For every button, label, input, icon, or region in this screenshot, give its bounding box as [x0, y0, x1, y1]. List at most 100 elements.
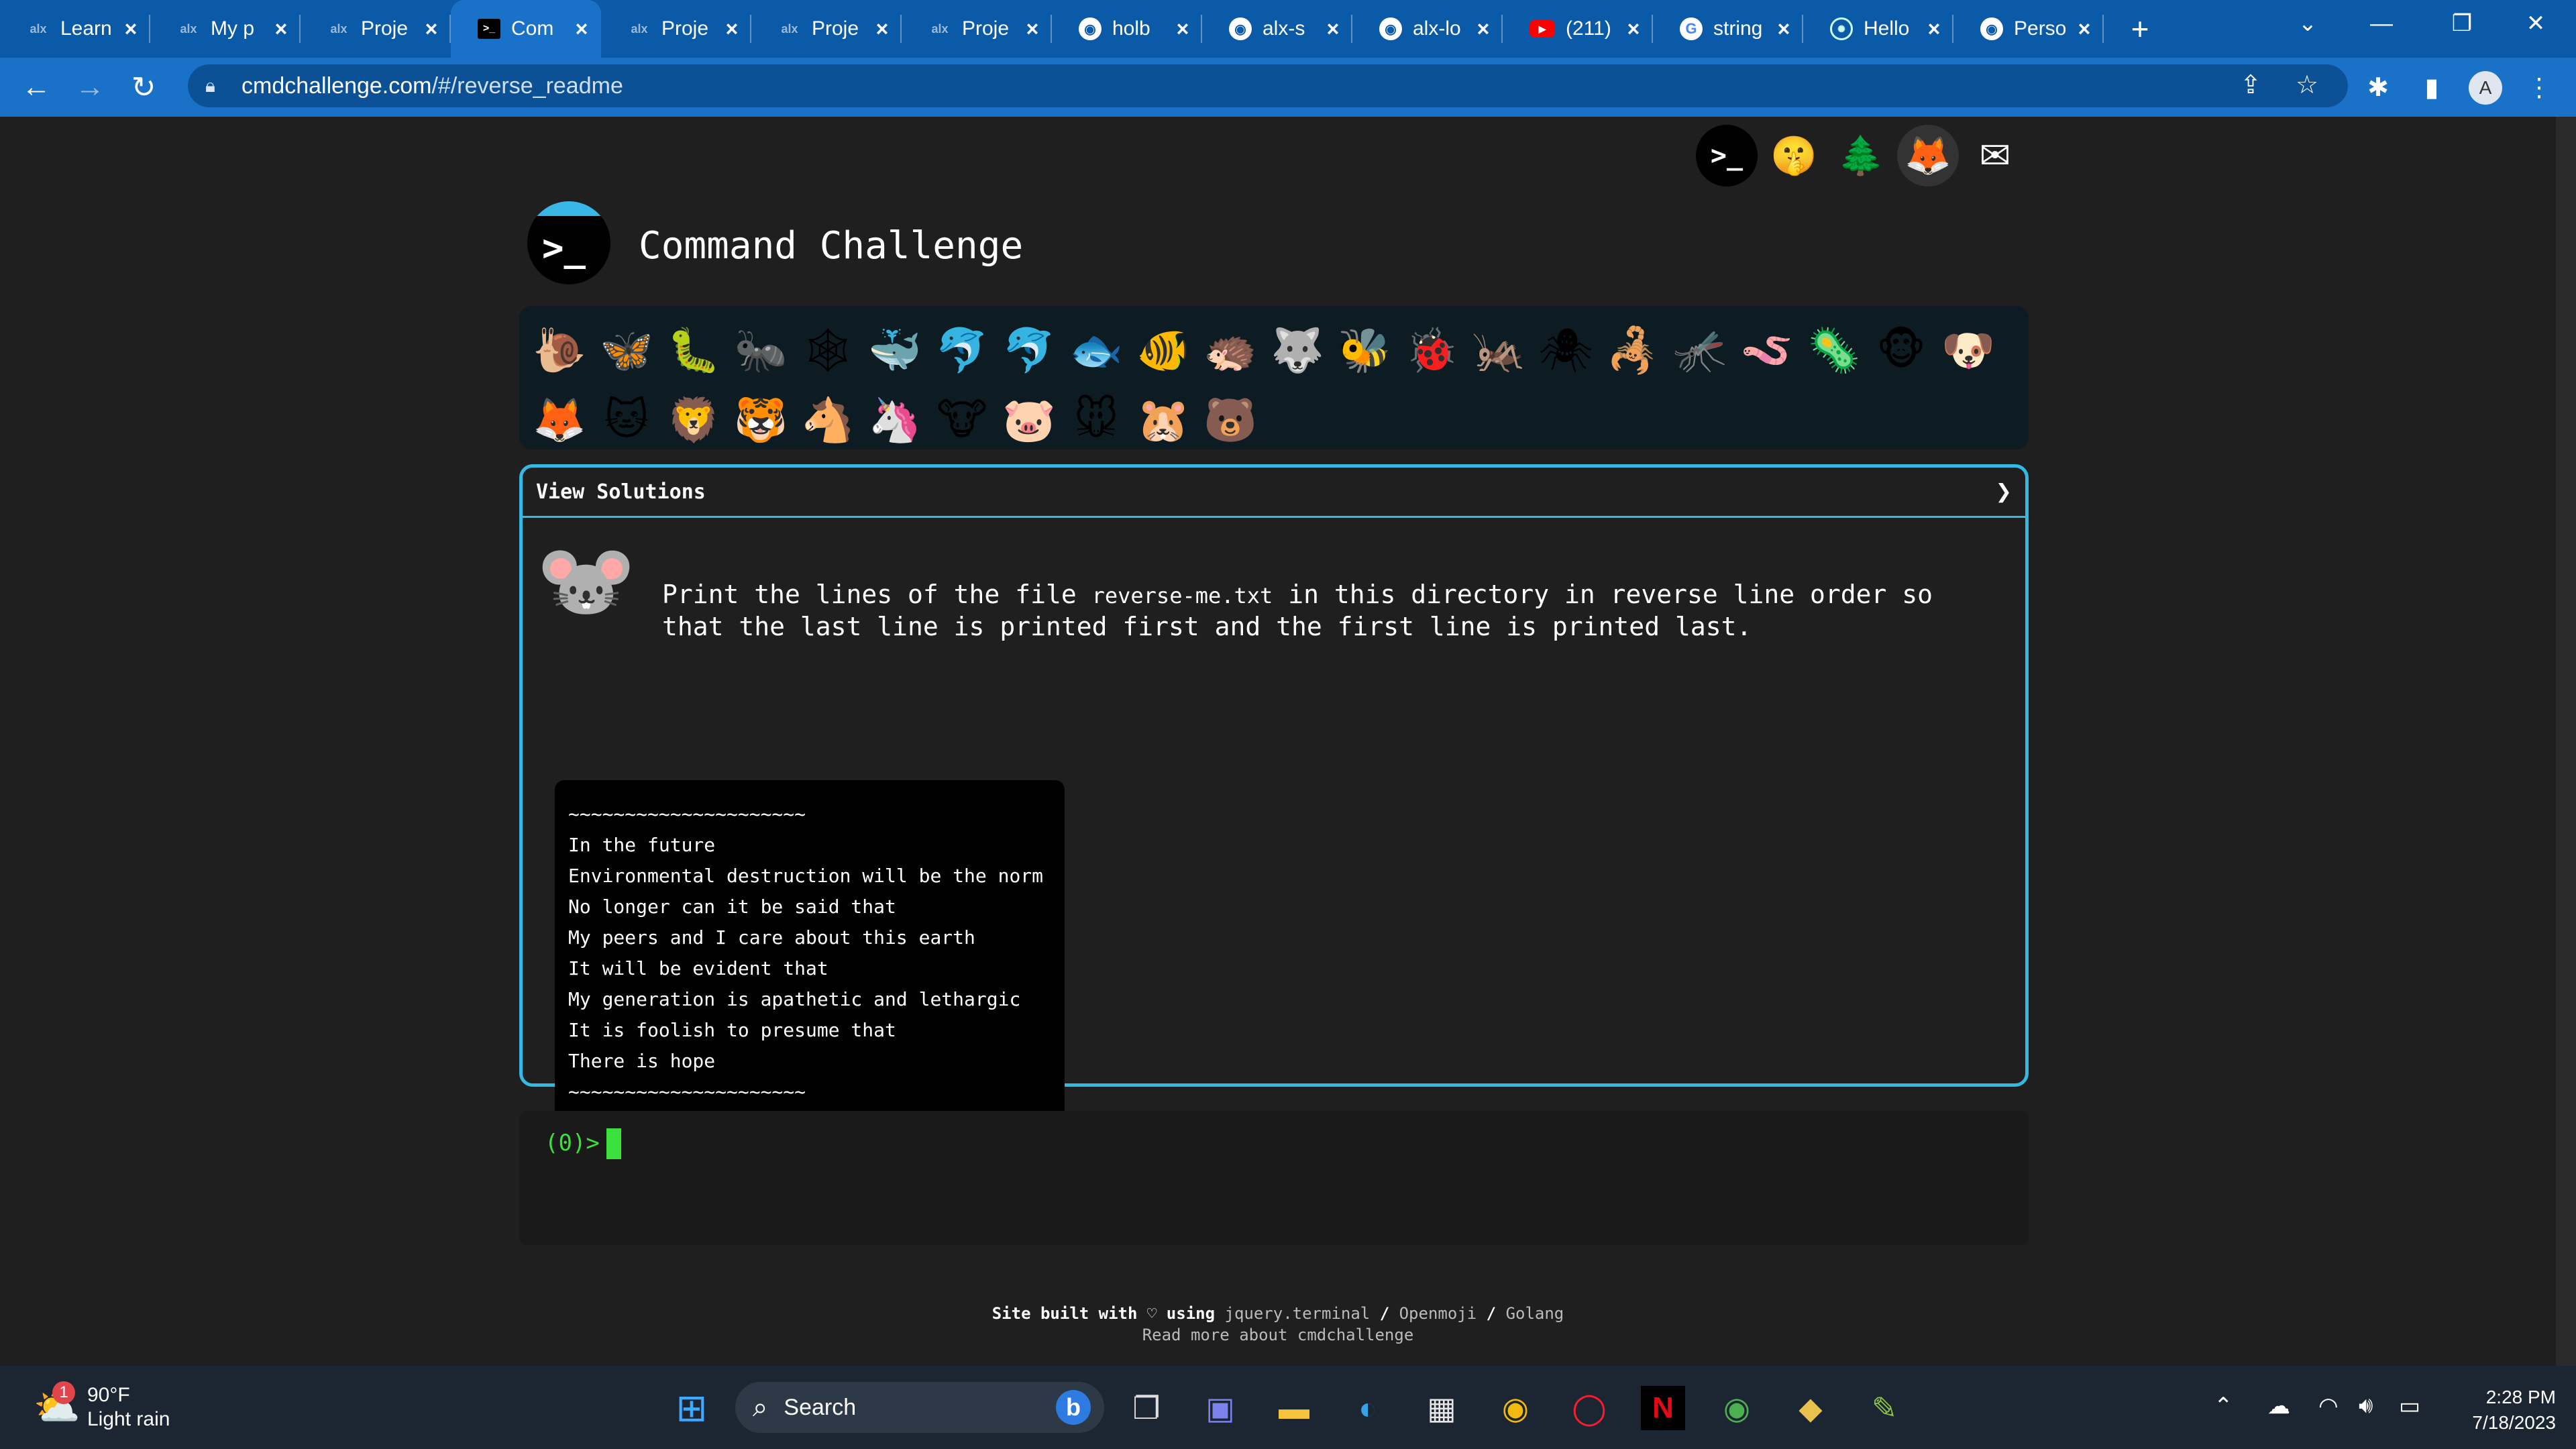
gitlab-icon[interactable]: 🦊	[1897, 125, 1959, 186]
close-tab-icon[interactable]: ×	[1173, 17, 1193, 42]
close-tab-icon[interactable]: ×	[1774, 17, 1794, 42]
browser-tab[interactable]: alx Learn ×	[0, 0, 150, 58]
openmoji-link[interactable]: Openmoji	[1399, 1304, 1477, 1323]
challenge-animal-icon[interactable]: 🦁	[660, 385, 727, 455]
opera-icon[interactable]: ◯	[1567, 1386, 1611, 1430]
close-tab-icon[interactable]: ×	[271, 17, 291, 42]
mail-icon[interactable]: ✉	[1964, 125, 2026, 186]
close-tab-icon[interactable]: ×	[872, 17, 892, 42]
challenge-animal-icon[interactable]: 🐵	[1868, 315, 1935, 385]
close-window-button[interactable]: ✕	[2502, 0, 2569, 47]
close-tab-icon[interactable]: ×	[1473, 17, 1493, 42]
challenge-animal-icon[interactable]: 🦄	[861, 385, 928, 455]
challenge-animal-icon[interactable]: 🐱	[593, 385, 660, 455]
system-clock[interactable]: 2:28 PM 7/18/2023	[2442, 1385, 2556, 1436]
menu-kebab-icon[interactable]: ⋮	[2522, 71, 2556, 105]
challenge-animal-icon[interactable]: 🐝	[1331, 315, 1398, 385]
new-tab-button[interactable]: +	[2113, 11, 2167, 47]
share-icon[interactable]: ⇪	[2234, 68, 2267, 102]
teams-chat-icon[interactable]: ▣	[1198, 1386, 1242, 1430]
challenge-animal-icon[interactable]: 🐹	[1130, 385, 1197, 455]
browser-tab[interactable]: ▶ (211) ×	[1503, 0, 1653, 58]
view-solutions-header[interactable]: View Solutions ❯	[523, 468, 2025, 518]
challenge-animal-icon[interactable]: 🐬	[996, 315, 1063, 385]
challenge-animal-icon[interactable]: 🦔	[1197, 315, 1264, 385]
store-icon[interactable]: ▦	[1419, 1386, 1464, 1430]
challenge-animal-icon[interactable]: 🕸	[794, 315, 861, 385]
challenge-animal-icon[interactable]: 🦊	[526, 385, 593, 455]
file-explorer-icon[interactable]: ▬	[1272, 1386, 1316, 1430]
challenge-animal-icon[interactable]: 🐯	[727, 385, 794, 455]
challenge-animal-icon[interactable]: 🐮	[928, 385, 996, 455]
challenge-animal-icon[interactable]: 🪱	[1733, 315, 1801, 385]
jquery-terminal-link[interactable]: jquery.terminal	[1225, 1304, 1371, 1323]
volume-icon[interactable]: 🔊︎	[2359, 1393, 2373, 1419]
wifi-icon[interactable]: ◠	[2318, 1393, 2339, 1419]
close-tab-icon[interactable]: ×	[121, 17, 141, 42]
close-tab-icon[interactable]: ×	[572, 17, 592, 42]
site-logo[interactable]: >_	[527, 201, 610, 284]
app-diamond-icon[interactable]: ◆	[1788, 1386, 1833, 1430]
windows-start-icon[interactable]: ⊞	[669, 1386, 714, 1430]
onedrive-cloud-icon[interactable]: ☁	[2267, 1393, 2290, 1419]
close-tab-icon[interactable]: ×	[1924, 17, 1944, 42]
edge-browser-icon[interactable]: ◐	[1346, 1386, 1390, 1430]
side-panel-icon[interactable]: ▮	[2415, 71, 2449, 105]
restore-button[interactable]: ❐	[2428, 0, 2496, 47]
tab-search-chevron-icon[interactable]: ⌄	[2274, 0, 2341, 47]
shush-face-icon[interactable]: 🤫	[1763, 125, 1825, 186]
forward-arrow-icon[interactable]: →	[63, 70, 117, 104]
challenge-animal-icon[interactable]: 🐞	[1398, 315, 1465, 385]
chevron-up-icon[interactable]: ⌃	[2214, 1393, 2233, 1419]
close-tab-icon[interactable]: ×	[1323, 17, 1343, 42]
extensions-puzzle-icon[interactable]: ✱	[2361, 71, 2395, 105]
browser-tab[interactable]: ◉ holb ×	[1052, 0, 1202, 58]
browser-tab[interactable]: alx Proje ×	[301, 0, 451, 58]
browser-tab[interactable]: ◉ Perso ×	[1953, 0, 2104, 58]
challenge-animal-icon[interactable]: 🕷	[1532, 315, 1599, 385]
back-arrow-icon[interactable]: ←	[9, 70, 63, 104]
challenge-animal-icon[interactable]: 🐟	[1063, 315, 1130, 385]
tree-icon[interactable]: 🌲	[1830, 125, 1892, 186]
challenge-animal-icon[interactable]: 🐛	[660, 315, 727, 385]
challenge-animal-icon[interactable]: 🐶	[1935, 315, 2002, 385]
browser-tab[interactable]: ✺ Hello ×	[1803, 0, 1953, 58]
task-view-icon[interactable]: ❐	[1124, 1386, 1169, 1430]
about-link[interactable]: Read more about cmdchallenge	[0, 1324, 2556, 1346]
battery-icon[interactable]: ▭	[2399, 1393, 2420, 1419]
challenge-animal-icon[interactable]: 🐴	[794, 385, 861, 455]
notepad-icon[interactable]: ✎	[1862, 1386, 1907, 1430]
reload-icon[interactable]: ↻	[117, 70, 170, 105]
weather-widget[interactable]: ⛅ 1 90°F Light rain	[34, 1381, 170, 1432]
minimize-button[interactable]: —	[2348, 0, 2415, 47]
chrome-icon[interactable]: ◉	[1493, 1386, 1538, 1430]
netflix-icon[interactable]: N	[1641, 1386, 1685, 1430]
taskbar-search[interactable]: ⌕ Search b	[735, 1382, 1104, 1433]
browser-tab[interactable]: >_ Com ×	[451, 0, 601, 58]
terminal[interactable]: (0)>	[519, 1111, 2029, 1245]
browser-tab[interactable]: alx Proje ×	[902, 0, 1052, 58]
challenge-animal-icon[interactable]: 🐭	[1063, 385, 1130, 455]
challenge-animal-icon[interactable]: 🐠	[1130, 315, 1197, 385]
bing-icon[interactable]: b	[1056, 1390, 1091, 1425]
close-tab-icon[interactable]: ×	[1623, 17, 1644, 42]
challenge-animal-icon[interactable]: 🦋	[593, 315, 660, 385]
browser-tab[interactable]: Gstring ×	[1653, 0, 1803, 58]
challenge-animal-icon[interactable]: 🦗	[1465, 315, 1532, 385]
close-tab-icon[interactable]: ×	[2074, 17, 2094, 42]
challenge-animal-icon[interactable]: 🐻	[1197, 385, 1264, 455]
browser-tab[interactable]: alx My p ×	[150, 0, 301, 58]
close-tab-icon[interactable]: ×	[421, 17, 441, 42]
close-tab-icon[interactable]: ×	[722, 17, 742, 42]
challenge-animal-icon[interactable]: 🐳	[861, 315, 928, 385]
challenge-animal-icon[interactable]: 🐜	[727, 315, 794, 385]
chevron-right-icon[interactable]: ❯	[1996, 476, 2012, 507]
page-scrollbar[interactable]	[2556, 117, 2576, 1366]
challenge-animal-icon[interactable]: 🐷	[996, 385, 1063, 455]
challenge-animal-icon[interactable]: 🐺	[1264, 315, 1331, 385]
challenge-animal-icon[interactable]: 🦟	[1666, 315, 1733, 385]
challenge-animal-icon[interactable]: 🦂	[1599, 315, 1666, 385]
address-bar[interactable]: 🔒︎ cmdchallenge.com/#/reverse_readme ⇪ ☆	[188, 64, 2348, 107]
browser-tab[interactable]: alx Proje ×	[751, 0, 902, 58]
chrome-profile-icon[interactable]: ◉	[1715, 1386, 1759, 1430]
